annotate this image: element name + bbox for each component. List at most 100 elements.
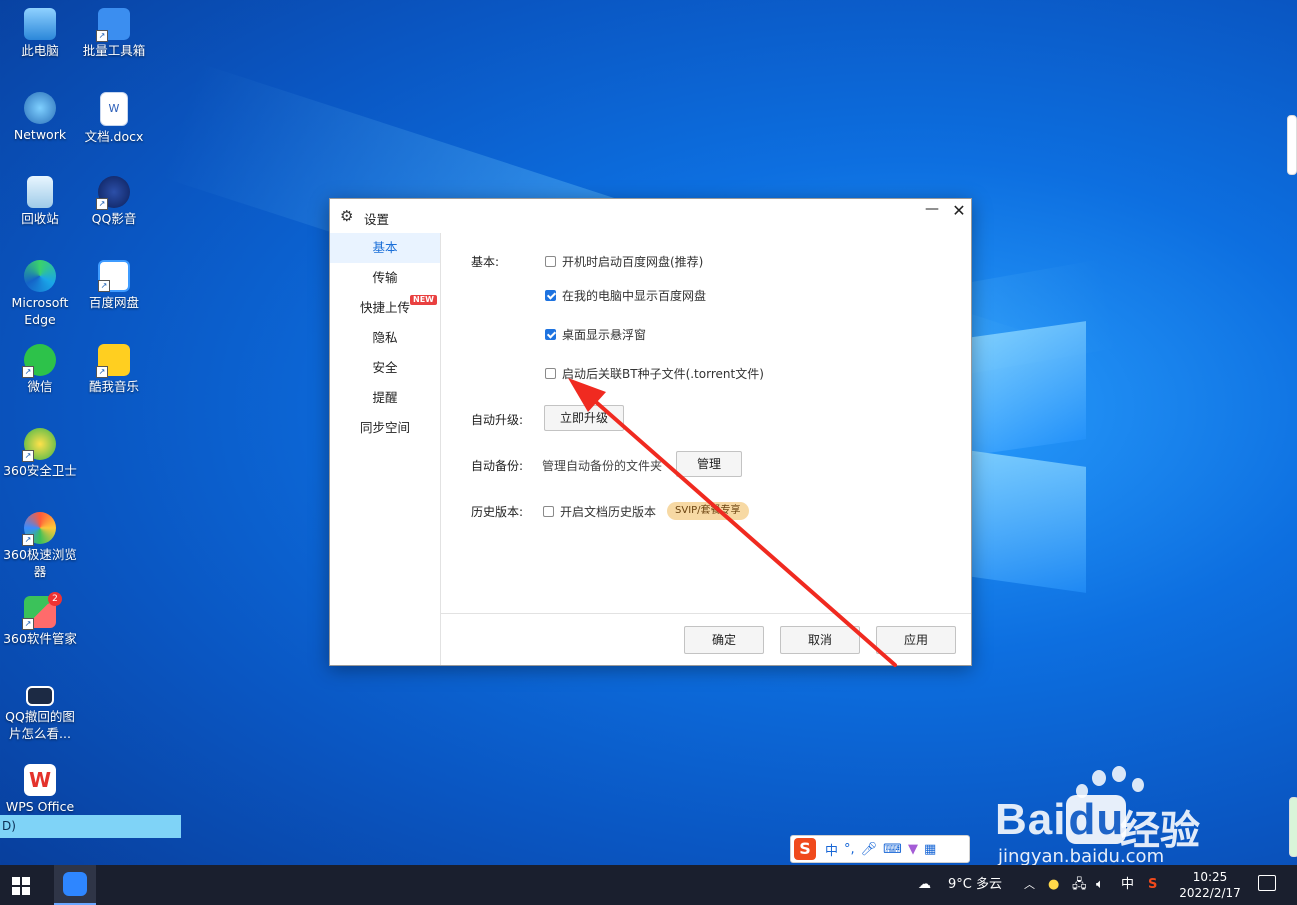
windows-start-icon[interactable]: [12, 877, 30, 895]
clock-date: 2022/2/17: [1179, 886, 1241, 900]
desktop-icon-network[interactable]: Network: [0, 86, 80, 143]
desktop-icon-kuwo[interactable]: ↗ 酷我音乐: [74, 338, 154, 395]
checkbox-label: 桌面显示悬浮窗: [562, 328, 647, 342]
checkbox-box[interactable]: [545, 329, 556, 340]
backup-description: 管理自动备份的文件夹: [542, 459, 663, 473]
settings-dialog: ⚙ 设置 — ✕ 基本 传输 快捷上传 NEW 隐私 安全 提醒 同步空间 基本…: [329, 198, 972, 666]
show-in-my-computer-checkbox[interactable]: 在我的电脑中显示百度网盘: [545, 287, 706, 304]
checkbox-box[interactable]: [543, 506, 554, 517]
recycle-bin-icon: [27, 176, 53, 208]
auto-backup-label: 自动备份:: [471, 459, 524, 473]
notification-badge: 2: [48, 592, 62, 606]
360-security-icon: ↗: [22, 428, 56, 462]
ime-toolbar[interactable]: S 中 °, 🎤︎ ⌨ ▼ ▦: [790, 835, 970, 863]
360-software-icon: 2 ↗: [22, 592, 62, 630]
scroll-indicator-bottom[interactable]: [1289, 797, 1297, 857]
new-badge: NEW: [410, 295, 437, 305]
weather-icon[interactable]: ☁: [918, 865, 931, 905]
sidebar-item-security[interactable]: 安全: [330, 353, 440, 383]
dialog-footer: 确定 取消 应用: [441, 613, 971, 666]
desktop-icon-edge[interactable]: Microsoft Edge: [0, 254, 80, 328]
toolbox-icon: ↗: [96, 8, 130, 42]
ime-tray-mode[interactable]: 中: [1121, 865, 1134, 905]
clock[interactable]: 10:25 2022/2/17: [1178, 869, 1242, 901]
history-label: 历史版本:: [471, 505, 524, 519]
settings-content: 基本: 开机时启动百度网盘(推荐) 在我的电脑中显示百度网盘 桌面显示悬浮窗 启…: [441, 233, 971, 613]
sidebar-item-quick-upload[interactable]: 快捷上传 NEW: [330, 293, 440, 323]
desktop-icon-wps[interactable]: W WPS Office: [0, 758, 80, 815]
close-button[interactable]: ✕: [949, 201, 969, 221]
checkbox-box[interactable]: [545, 256, 556, 267]
taskbar-app-baidu-netdisk[interactable]: [54, 865, 96, 905]
sidebar-item-reminder[interactable]: 提醒: [330, 383, 440, 413]
punctuation-toggle[interactable]: °,: [844, 842, 855, 857]
checkbox-label: 开启文档历史版本: [560, 505, 657, 519]
ok-button[interactable]: 确定: [684, 626, 764, 654]
desktop-icon-baidu-netdisk[interactable]: ↗ 百度网盘: [74, 254, 154, 311]
sogou-tray-icon[interactable]: S: [1148, 865, 1157, 905]
weather-text[interactable]: 9°C 多云: [948, 865, 1002, 905]
ime-mode-toggle[interactable]: 中: [825, 840, 838, 859]
checkbox-label: 开机时启动百度网盘(推荐): [562, 255, 704, 269]
history-version-checkbox[interactable]: 开启文档历史版本: [543, 503, 656, 520]
sogou-logo-icon[interactable]: S: [794, 838, 816, 860]
desktop-icon-recycle-bin[interactable]: 回收站: [0, 170, 80, 227]
chevron-up-icon[interactable]: ︿: [1024, 865, 1035, 905]
dialog-title: 设置: [364, 212, 390, 227]
skin-icon[interactable]: ▼: [908, 842, 918, 857]
gear-icon: ⚙: [340, 207, 354, 225]
kuwo-music-icon: ↗: [96, 344, 130, 378]
sidebar-item-transfer[interactable]: 传输: [330, 263, 440, 293]
baidu-netdisk-icon: ↗: [98, 260, 130, 292]
upgrade-now-button[interactable]: 立即升级: [544, 405, 624, 431]
sidebar-item-basic[interactable]: 基本: [330, 233, 440, 263]
checkbox-box[interactable]: [545, 368, 556, 379]
desktop-icon-word-doc[interactable]: W 文档.docx: [74, 86, 154, 145]
checkbox-label: 启动后关联BT种子文件(.torrent文件): [562, 367, 764, 381]
sidebar-item-privacy[interactable]: 隐私: [330, 323, 440, 353]
cancel-button[interactable]: 取消: [780, 626, 860, 654]
volume-icon[interactable]: 🔈︎: [1096, 865, 1104, 905]
edge-icon: [24, 260, 56, 292]
basic-label: 基本:: [471, 255, 500, 269]
scroll-indicator-top[interactable]: [1287, 115, 1297, 175]
word-doc-icon: W: [100, 92, 128, 126]
checkbox-label: 在我的电脑中显示百度网盘: [562, 289, 707, 303]
minimize-button[interactable]: —: [922, 201, 942, 221]
auto-upgrade-label: 自动升级:: [471, 413, 524, 427]
desktop-icon-this-pc[interactable]: 此电脑: [0, 2, 80, 59]
network-icon[interactable]: 🖧︎: [1072, 865, 1087, 905]
desktop-icon-wechat[interactable]: ↗ 微信: [0, 338, 80, 395]
wps-icon: W: [24, 764, 56, 796]
watermark-url: jingyan.baidu.com: [998, 846, 1165, 867]
settings-sidebar: 基本 传输 快捷上传 NEW 隐私 安全 提醒 同步空间: [330, 233, 441, 665]
sidebar-item-label: 快捷上传: [359, 300, 410, 315]
manage-backup-button[interactable]: 管理: [676, 451, 742, 477]
desktop-icon-qq-image[interactable]: QQ撤回的图片怎么看...: [0, 674, 80, 742]
taskbar: ☁ 9°C 多云 ︿ ● 🖧︎ 🔈︎ 中 S 10:25 2022/2/17: [0, 865, 1297, 905]
microphone-icon[interactable]: 🎤︎: [861, 842, 878, 857]
checkbox-box[interactable]: [545, 290, 556, 301]
grid-menu-icon[interactable]: ▦: [924, 842, 936, 857]
360-browser-icon: ↗: [22, 512, 56, 546]
baidu-netdisk-icon: [63, 872, 87, 896]
wechat-icon: ↗: [22, 344, 56, 378]
bt-torrent-checkbox[interactable]: 启动后关联BT种子文件(.torrent文件): [545, 365, 764, 382]
watermark-logo: Baidu: [995, 795, 1127, 844]
keyboard-icon[interactable]: ⌨: [883, 842, 902, 857]
startup-checkbox[interactable]: 开机时启动百度网盘(推荐): [545, 253, 703, 270]
clock-time: 10:25: [1192, 870, 1228, 884]
drive-label-strip[interactable]: D): [0, 815, 181, 838]
desktop-icon-360-security[interactable]: ↗ 360安全卫士: [0, 422, 80, 479]
desktop-icon-qq-video[interactable]: ↗ QQ影音: [74, 170, 154, 227]
desktop-icon-360-software[interactable]: 2 ↗ 360软件管家: [0, 590, 80, 647]
apply-button[interactable]: 应用: [876, 626, 956, 654]
floating-window-checkbox[interactable]: 桌面显示悬浮窗: [545, 326, 646, 343]
notification-center-icon[interactable]: [1258, 875, 1276, 891]
sidebar-item-sync-space[interactable]: 同步空间: [330, 413, 440, 443]
dialog-titlebar[interactable]: ⚙ 设置 — ✕: [330, 199, 971, 233]
desktop-icon-360-browser[interactable]: ↗ 360极速浏览器: [0, 506, 80, 580]
desktop-icon-toolbox[interactable]: ↗ 批量工具箱: [74, 2, 154, 59]
image-file-icon: [26, 686, 54, 706]
360-tray-icon[interactable]: ●: [1048, 865, 1059, 905]
